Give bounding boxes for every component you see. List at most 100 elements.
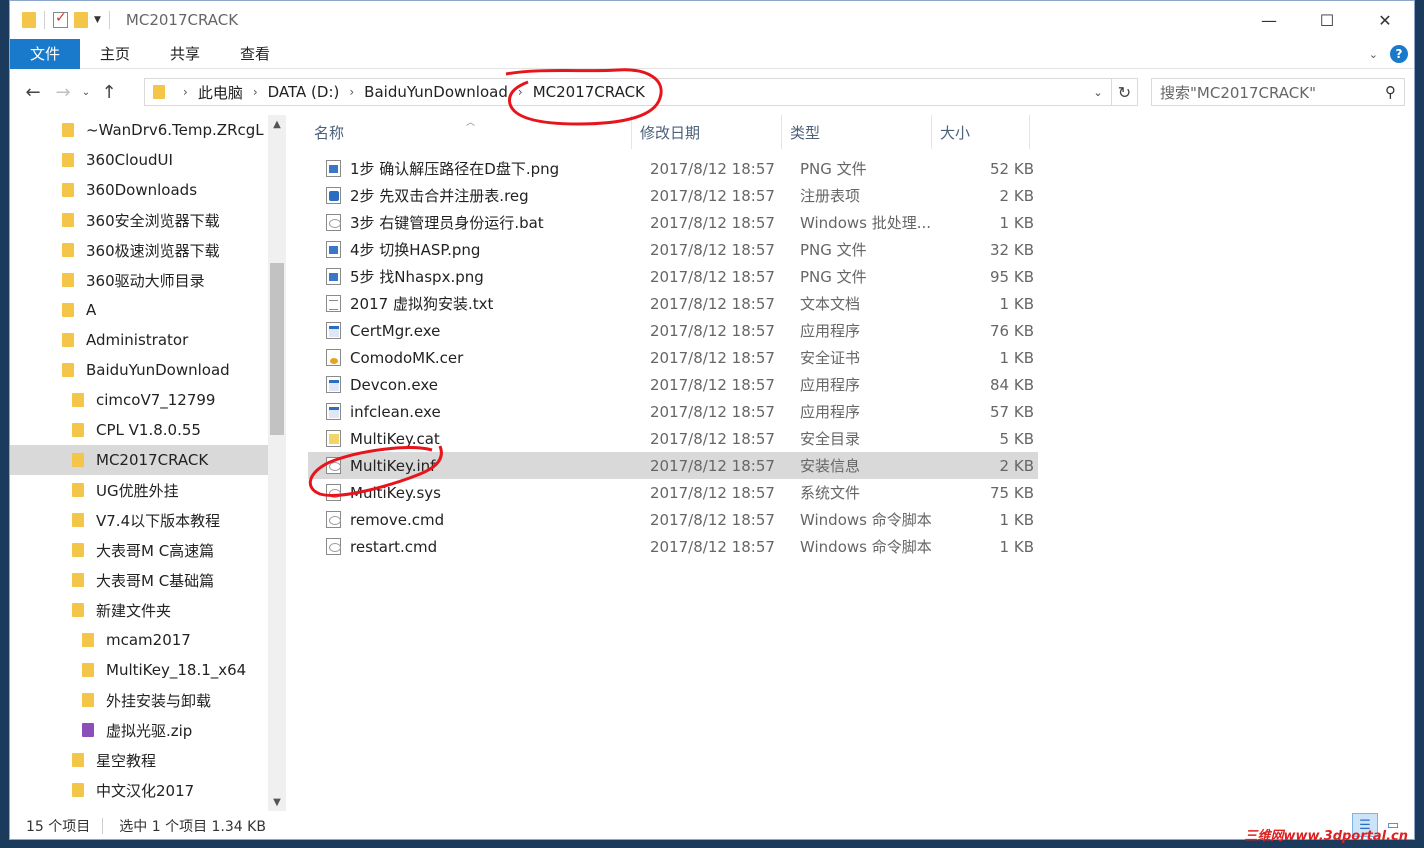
window-controls: — ☐ ✕ xyxy=(1240,1,1414,39)
breadcrumb-separator-icon[interactable]: › xyxy=(183,85,188,99)
nav-item-label: MC2017CRACK xyxy=(96,451,209,469)
bat-file-icon xyxy=(326,538,341,555)
file-name-cell: 3步 右键管理员身份运行.bat xyxy=(326,209,626,236)
file-name-cell: 1步 确认解压路径在D盘下.png xyxy=(326,155,626,182)
nav-item[interactable]: 虚拟光驱.zip xyxy=(10,715,268,745)
nav-item[interactable]: 中文汉化2017 xyxy=(10,775,268,805)
address-bar[interactable]: › 此电脑 › DATA (D:) › BaiduYunDownload › M… xyxy=(144,78,1138,106)
search-input[interactable]: 搜索"MC2017CRACK" ⚲ xyxy=(1151,78,1405,106)
file-row[interactable]: ComodoMK.cer 2017/8/12 18:57 安全证书 1 KB xyxy=(308,344,1038,371)
recent-locations-chevron-down-icon[interactable]: ⌄ xyxy=(78,77,94,107)
file-row[interactable]: restart.cmd 2017/8/12 18:57 Windows 命令脚本 1 … xyxy=(308,533,1038,560)
navigation-scrollbar[interactable]: ▲ ▼ xyxy=(268,115,286,811)
file-name: 1步 确认解压路径在D盘下.png xyxy=(350,160,560,178)
breadcrumb-mc2017crack[interactable]: MC2017CRACK xyxy=(533,83,645,101)
breadcrumb-this-pc[interactable]: 此电脑 xyxy=(198,82,243,103)
new-folder-icon[interactable] xyxy=(74,12,88,28)
folder-icon xyxy=(72,513,84,527)
nav-item[interactable]: Administrator xyxy=(10,325,268,355)
nav-item[interactable]: 新建文件夹 xyxy=(10,595,268,625)
file-row[interactable]: infclean.exe 2017/8/12 18:57 应用程序 57 KB xyxy=(308,398,1038,425)
nav-item[interactable]: 360CloudUI xyxy=(10,145,268,175)
scroll-down-icon[interactable]: ▼ xyxy=(268,793,286,811)
file-row[interactable]: 3步 右键管理员身份运行.bat 2017/8/12 18:57 Windows 批… xyxy=(308,209,1038,236)
column-size[interactable]: 大小 xyxy=(934,115,1030,149)
nav-item[interactable]: mcam2017 xyxy=(10,625,268,655)
help-icon[interactable]: ? xyxy=(1390,45,1408,63)
file-size: 32 KB xyxy=(990,240,1034,259)
breadcrumb-separator-icon[interactable]: › xyxy=(253,85,258,99)
file-row[interactable]: CertMgr.exe 2017/8/12 18:57 应用程序 76 KB xyxy=(308,317,1038,344)
nav-item[interactable]: UG优胜外挂 xyxy=(10,475,268,505)
file-row[interactable]: MultiKey.cat 2017/8/12 18:57 安全目录 5 KB xyxy=(308,425,1038,452)
nav-item[interactable]: 星空教程 xyxy=(10,745,268,775)
nav-item[interactable]: MC2017CRACK xyxy=(10,445,268,475)
tab-view[interactable]: 查看 xyxy=(220,39,290,69)
column-name[interactable]: 名称 xyxy=(308,115,632,149)
nav-item-label: 新建文件夹 xyxy=(96,601,172,620)
breadcrumb-separator-icon[interactable]: › xyxy=(518,85,523,99)
properties-icon[interactable] xyxy=(53,10,68,28)
up-button[interactable]: ↑ xyxy=(94,77,124,107)
folder-icon xyxy=(72,573,84,587)
maximize-button[interactable]: ☐ xyxy=(1298,1,1356,39)
nav-item-label: 外挂安装与卸载 xyxy=(106,691,212,710)
nav-item[interactable]: 360安全浏览器下载 xyxy=(10,205,268,235)
customize-toolbar-chevron-down-icon[interactable]: ▼ xyxy=(94,15,101,25)
exe-file-icon xyxy=(326,376,341,393)
expand-ribbon-chevron-icon[interactable]: ⌄ xyxy=(1369,48,1378,61)
file-type: Windows 命令脚本 xyxy=(800,511,932,529)
refresh-icon[interactable]: ↻ xyxy=(1111,79,1137,105)
nav-item-label: Administrator xyxy=(86,331,189,349)
nav-item[interactable]: 360极速浏览器下载 xyxy=(10,235,268,265)
file-row[interactable]: 2017 虚拟狗安装.txt 2017/8/12 18:57 文本文档 1 KB xyxy=(308,290,1038,317)
divider xyxy=(108,11,110,29)
folder-icon[interactable] xyxy=(22,12,36,28)
file-row[interactable]: MultiKey.sys 2017/8/12 18:57 系统文件 75 KB xyxy=(308,479,1038,506)
file-size: 2 KB xyxy=(999,186,1034,205)
file-size: 57 KB xyxy=(990,402,1034,421)
column-type[interactable]: 类型 xyxy=(784,115,932,149)
forward-button[interactable]: → xyxy=(48,77,78,107)
scroll-up-icon[interactable]: ▲ xyxy=(268,115,286,133)
column-date[interactable]: 修改日期 xyxy=(634,115,782,149)
png-file-icon xyxy=(326,268,341,285)
nav-item[interactable]: A xyxy=(10,295,268,325)
nav-item[interactable]: cimcoV7_12799 xyxy=(10,385,268,415)
breadcrumb-baiduyundownload[interactable]: BaiduYunDownload xyxy=(364,83,508,101)
file-type: 安装信息 xyxy=(800,457,861,475)
breadcrumb-separator-icon[interactable]: › xyxy=(349,85,354,99)
search-icon[interactable]: ⚲ xyxy=(1385,83,1396,101)
file-row[interactable]: MultiKey.inf 2017/8/12 18:57 安装信息 2 KB xyxy=(308,452,1038,479)
file-row[interactable]: remove.cmd 2017/8/12 18:57 Windows 命令脚本 1 K… xyxy=(308,506,1038,533)
file-row[interactable]: 4步 切换HASP.png 2017/8/12 18:57 PNG 文件 32 KB xyxy=(308,236,1038,263)
file-row[interactable]: Devcon.exe 2017/8/12 18:57 应用程序 84 KB xyxy=(308,371,1038,398)
close-button[interactable]: ✕ xyxy=(1356,1,1414,39)
tab-home[interactable]: 主页 xyxy=(80,39,150,69)
tab-file[interactable]: 文件 xyxy=(10,38,80,69)
file-row[interactable]: 5步 找Nhaspx.png 2017/8/12 18:57 PNG 文件 95 KB xyxy=(308,263,1038,290)
breadcrumb-data-drive[interactable]: DATA (D:) xyxy=(268,83,340,101)
nav-item[interactable]: 大表哥M C基础篇 xyxy=(10,565,268,595)
file-row[interactable]: 2步 先双击合并注册表.reg 2017/8/12 18:57 注册表项 2 KB xyxy=(308,182,1038,209)
address-history-chevron-down-icon[interactable]: ⌄ xyxy=(1087,79,1109,105)
folder-icon xyxy=(153,85,165,99)
folder-icon xyxy=(62,123,74,137)
back-button[interactable]: ← xyxy=(18,77,48,107)
nav-item[interactable]: MultiKey_18.1_x64 xyxy=(10,655,268,685)
scrollbar-thumb[interactable] xyxy=(270,263,284,435)
nav-item[interactable]: 360驱动大师目录 xyxy=(10,265,268,295)
file-type: PNG 文件 xyxy=(800,160,867,178)
nav-item[interactable]: CPL V1.8.0.55 xyxy=(10,415,268,445)
tab-share[interactable]: 共享 xyxy=(150,39,220,69)
file-row[interactable]: 1步 确认解压路径在D盘下.png 2017/8/12 18:57 PNG 文件 52… xyxy=(308,155,1038,182)
nav-item[interactable]: BaiduYunDownload xyxy=(10,355,268,385)
nav-item[interactable]: V7.4以下版本教程 xyxy=(10,505,268,535)
file-type: 文本文档 xyxy=(800,295,861,313)
folder-icon xyxy=(62,243,74,257)
nav-item[interactable]: 大表哥M C高速篇 xyxy=(10,535,268,565)
nav-item[interactable]: ~WanDrv6.Temp.ZRcgL xyxy=(10,115,268,145)
nav-item[interactable]: 外挂安装与卸载 xyxy=(10,685,268,715)
nav-item[interactable]: 360Downloads xyxy=(10,175,268,205)
minimize-button[interactable]: — xyxy=(1240,1,1298,39)
